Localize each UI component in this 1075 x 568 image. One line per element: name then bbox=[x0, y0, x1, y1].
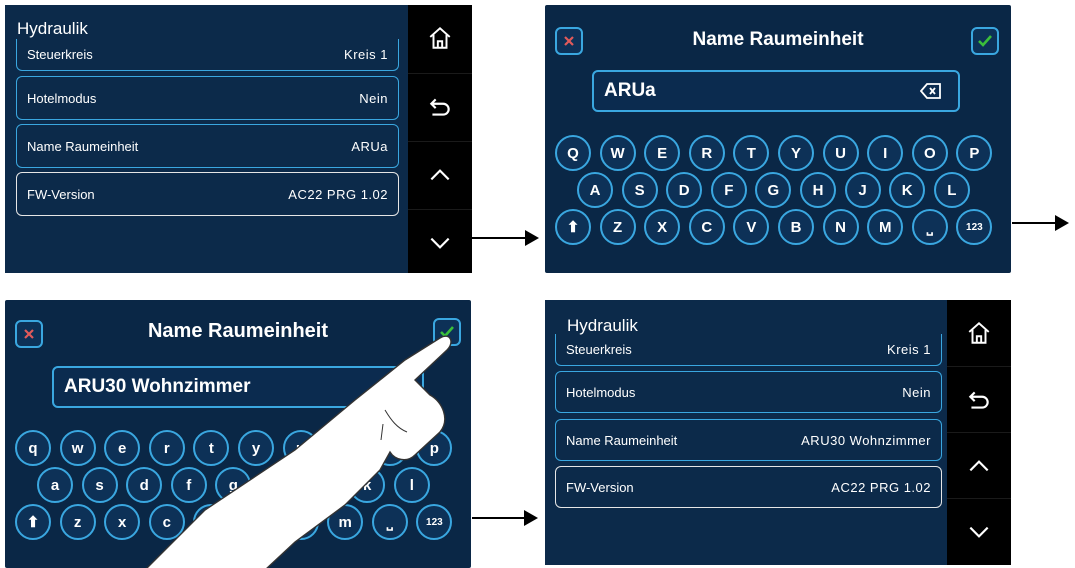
key[interactable]: e bbox=[104, 430, 141, 466]
key[interactable]: W bbox=[599, 135, 636, 171]
key[interactable]: I bbox=[867, 135, 904, 171]
keyboard-screen-lower: Name Raumeinheit ARU30 Wohnzimmer qwerty… bbox=[5, 300, 471, 568]
nav-column bbox=[947, 300, 1011, 565]
back-icon bbox=[429, 98, 450, 116]
setting-row-steuerkreis[interactable]: Steuerkreis Kreis 1 bbox=[16, 39, 399, 71]
key[interactable]: Y bbox=[778, 135, 814, 171]
keyboard-screen-upper: Name Raumeinheit ARUa QWERTYUIOPASDFGHJK… bbox=[545, 5, 1011, 273]
key[interactable]: C bbox=[688, 209, 725, 245]
setting-value: ARUa bbox=[351, 138, 388, 154]
key[interactable]: J bbox=[844, 172, 881, 208]
key[interactable]: w bbox=[59, 430, 96, 466]
back-button[interactable] bbox=[408, 73, 472, 139]
key[interactable]: A bbox=[577, 172, 613, 208]
key[interactable]: F bbox=[710, 172, 747, 208]
key[interactable]: X bbox=[644, 209, 681, 245]
key[interactable]: L bbox=[933, 172, 970, 208]
home-button[interactable] bbox=[408, 5, 472, 71]
setting-value: Nein bbox=[359, 90, 388, 106]
page-title: Hydraulik bbox=[17, 19, 88, 38]
setting-row-fw-version[interactable]: FW-Version AC22 PRG 1.02 bbox=[16, 172, 399, 216]
key[interactable]: ⬆ bbox=[555, 209, 591, 245]
key[interactable]: Z bbox=[599, 209, 636, 245]
key[interactable]: M bbox=[867, 209, 904, 245]
home-button[interactable] bbox=[947, 300, 1011, 366]
key[interactable]: V bbox=[733, 209, 770, 245]
flow-arrow bbox=[1012, 215, 1069, 231]
setting-row-name-raumeinheit[interactable]: Name Raumeinheit ARU30 Wohnzimmer bbox=[555, 419, 942, 461]
setting-value: Kreis 1 bbox=[344, 47, 388, 62]
home-icon bbox=[968, 321, 990, 344]
nav-column bbox=[408, 5, 472, 273]
setting-label: Hotelmodus bbox=[27, 90, 97, 106]
input-value: ARUa bbox=[604, 80, 656, 101]
setting-label: FW-Version bbox=[566, 479, 634, 495]
key[interactable]: ⬆ bbox=[15, 504, 51, 540]
scroll-down-button[interactable] bbox=[947, 498, 1011, 564]
home-icon bbox=[429, 26, 451, 49]
setting-row-steuerkreis[interactable]: Steuerkreis Kreis 1 bbox=[555, 334, 942, 366]
key[interactable]: U bbox=[822, 135, 859, 171]
setting-row-hotelmodus[interactable]: Hotelmodus Nein bbox=[16, 76, 399, 120]
setting-label: Name Raumeinheit bbox=[566, 432, 678, 448]
key[interactable]: Q bbox=[555, 135, 591, 171]
key[interactable]: D bbox=[666, 172, 703, 208]
setting-value: Kreis 1 bbox=[887, 342, 931, 357]
key[interactable]: G bbox=[755, 172, 792, 208]
key[interactable]: K bbox=[889, 172, 926, 208]
chevron-down-icon bbox=[969, 526, 989, 538]
name-input[interactable]: ARUa bbox=[592, 70, 960, 112]
key[interactable]: H bbox=[800, 172, 836, 208]
key[interactable]: 123 bbox=[956, 209, 993, 245]
confirm-button[interactable] bbox=[971, 27, 999, 55]
chevron-down-icon bbox=[430, 237, 450, 249]
key[interactable]: z bbox=[59, 504, 96, 540]
key[interactable]: N bbox=[822, 209, 859, 245]
key[interactable]: O bbox=[911, 135, 948, 171]
flow-arrow bbox=[472, 230, 539, 246]
settings-screen-after: Hydraulik Steuerkreis Kreis 1 Hotelmodus… bbox=[545, 300, 1011, 565]
scroll-up-button[interactable] bbox=[408, 141, 472, 207]
setting-label: Name Raumeinheit bbox=[27, 138, 139, 154]
back-icon bbox=[968, 391, 989, 409]
backspace-icon[interactable] bbox=[920, 83, 942, 99]
chevron-up-icon bbox=[430, 168, 450, 180]
key[interactable]: s bbox=[81, 467, 118, 503]
scroll-up-button[interactable] bbox=[947, 432, 1011, 498]
key[interactable]: T bbox=[733, 135, 770, 171]
setting-value: AC22 PRG 1.02 bbox=[288, 186, 388, 202]
setting-row-name-raumeinheit[interactable]: Name Raumeinheit ARUa bbox=[16, 124, 399, 168]
key[interactable]: x bbox=[104, 504, 141, 540]
key[interactable]: S bbox=[621, 172, 658, 208]
flow-arrow bbox=[472, 510, 538, 526]
key[interactable]: R bbox=[688, 135, 725, 171]
setting-label: Steuerkreis bbox=[27, 47, 93, 62]
back-button[interactable] bbox=[947, 366, 1011, 432]
key[interactable]: a bbox=[37, 467, 73, 503]
key[interactable]: B bbox=[778, 209, 814, 245]
key[interactable]: P bbox=[956, 135, 993, 171]
setting-label: Steuerkreis bbox=[566, 342, 632, 357]
setting-row-fw-version[interactable]: FW-Version AC22 PRG 1.02 bbox=[555, 466, 942, 508]
key[interactable]: E bbox=[644, 135, 681, 171]
setting-label: Hotelmodus bbox=[566, 384, 636, 400]
key[interactable]: ⎵ bbox=[911, 209, 948, 245]
setting-value: ARU30 Wohnzimmer bbox=[801, 432, 931, 448]
page-title: Hydraulik bbox=[567, 316, 638, 335]
chevron-up-icon bbox=[969, 459, 989, 471]
scroll-down-button[interactable] bbox=[408, 209, 472, 273]
hand-pointer-illustration bbox=[146, 335, 452, 568]
setting-value: Nein bbox=[902, 384, 931, 400]
settings-screen-before: Hydraulik Steuerkreis Kreis 1 Hotelmodus… bbox=[5, 5, 472, 273]
check-icon bbox=[978, 35, 992, 47]
setting-value: AC22 PRG 1.02 bbox=[831, 479, 931, 495]
setting-row-hotelmodus[interactable]: Hotelmodus Nein bbox=[555, 371, 942, 413]
setting-label: FW-Version bbox=[27, 186, 95, 202]
key[interactable]: q bbox=[15, 430, 51, 466]
